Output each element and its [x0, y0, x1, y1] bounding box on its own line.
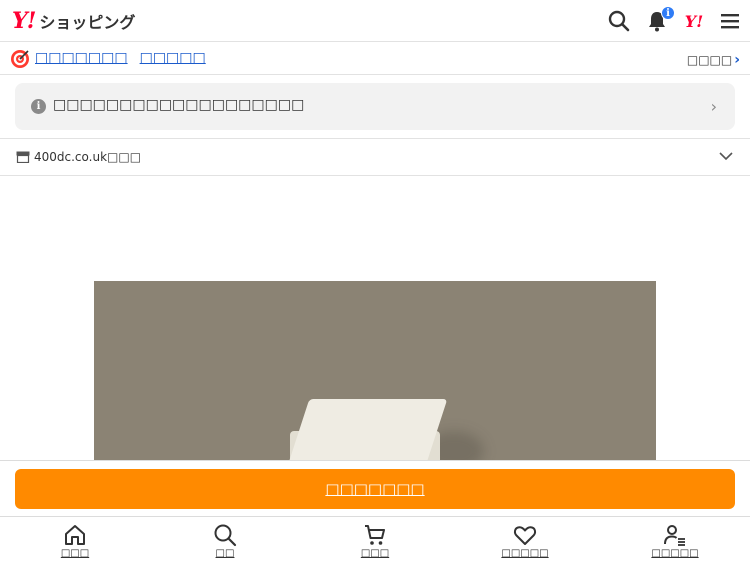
- user-list-icon: [664, 525, 685, 546]
- chevron-right-icon: ›: [710, 97, 717, 116]
- info-icon: i: [31, 99, 46, 114]
- notification-badge: i: [661, 6, 675, 20]
- app-header: Y! ショッピング i Y!: [0, 0, 750, 42]
- hamburger-menu-icon: [721, 14, 739, 29]
- store-row[interactable]: 400dc.co.uk□□□: [0, 138, 750, 176]
- nav-item-home[interactable]: □□□: [0, 517, 150, 563]
- cart-bar: □□□□□□□: [0, 460, 750, 516]
- yahoo-icon: Y!: [684, 11, 704, 31]
- chevron-down-icon: [719, 152, 733, 161]
- nav-item-cart[interactable]: □□□: [300, 517, 450, 563]
- add-to-cart-button[interactable]: □□□□□□□: [15, 469, 735, 509]
- yahoo-top-link[interactable]: Y!: [682, 9, 706, 33]
- heart-icon: [513, 526, 537, 545]
- logo-text: ショッピング: [39, 13, 136, 32]
- search-icon: [608, 10, 630, 32]
- bottom-nav: □□□ □□ □□□ □□□□□ □□□□□: [0, 516, 750, 563]
- search-icon: [214, 524, 237, 547]
- nav-label-mypage: □□□□□: [651, 548, 699, 559]
- promo-link[interactable]: □□□□□□□ □□□□□: [35, 50, 206, 66]
- product-top: [286, 399, 448, 463]
- notification-button[interactable]: i: [645, 6, 675, 33]
- nav-label-favorites: □□□□□: [501, 548, 549, 559]
- menu-button[interactable]: [718, 9, 742, 33]
- chevron-right-icon: ›: [734, 52, 740, 68]
- promo-bar: □□□□□□□ □□□□□ □□□□ ›: [0, 42, 750, 75]
- cart-icon: [365, 525, 385, 545]
- nav-item-mypage[interactable]: □□□□□: [600, 517, 750, 563]
- notice-banner[interactable]: i □□□□□□□□□□□□□□□□□□□ ›: [15, 83, 735, 130]
- logo-y-mark: Y!: [12, 8, 36, 34]
- store-icon: [16, 151, 30, 163]
- store-name: 400dc.co.uk□□□: [34, 150, 142, 164]
- search-button[interactable]: [607, 9, 631, 33]
- nav-item-favorites[interactable]: □□□□□: [450, 517, 600, 563]
- promo-link-text-1: □□□□□□□: [35, 50, 128, 66]
- product-image[interactable]: [94, 281, 656, 463]
- nav-label-cart: □□□: [360, 548, 390, 559]
- yahoo-shopping-logo[interactable]: Y! ショッピング: [12, 8, 135, 34]
- promo-more-label: □□□□: [686, 53, 733, 67]
- home-icon: [65, 525, 85, 545]
- nav-item-search[interactable]: □□: [150, 517, 300, 563]
- promo-link-text-2: □□□□□: [139, 50, 206, 66]
- target-icon: [11, 50, 29, 68]
- promo-more-link[interactable]: □□□□ ›: [687, 52, 740, 68]
- nav-label-search: □□: [215, 548, 235, 559]
- nav-label-home: □□□: [60, 548, 90, 559]
- notice-text: □□□□□□□□□□□□□□□□□□□: [53, 97, 305, 113]
